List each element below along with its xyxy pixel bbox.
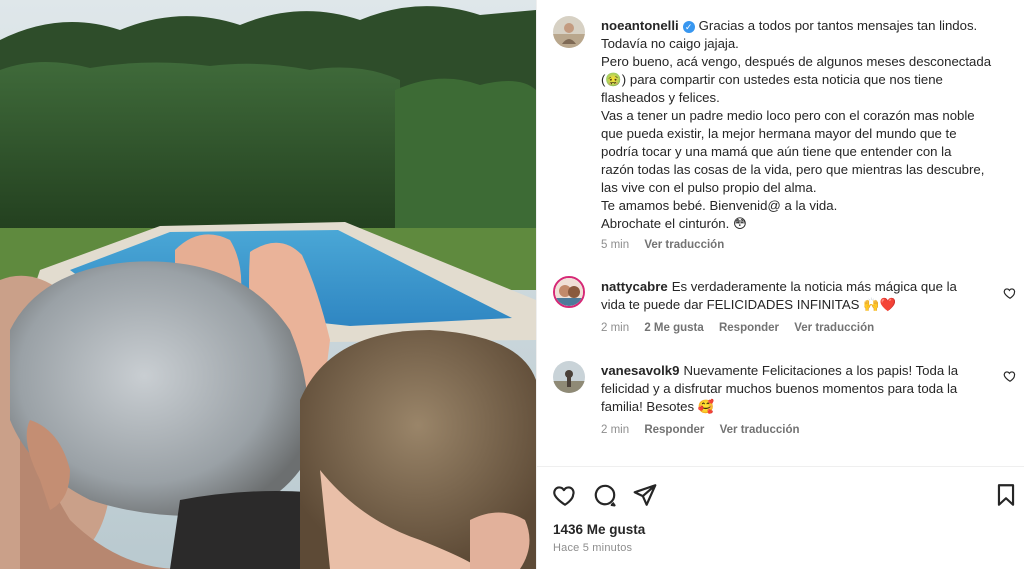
caption-line: (🤢) para compartir con ustedes esta noti… (601, 72, 943, 87)
caption-meta: 5 min Ver traducción (601, 239, 736, 251)
post-image (0, 0, 536, 569)
comment-meta: 2 min 2 Me gusta Responder Ver traducció… (601, 322, 886, 334)
comment-time: 2 min (601, 424, 630, 436)
comment: vanesavolk9 Nuevamente Felicitaciones a l… (601, 362, 1001, 416)
comment-text: Nuevamente Felicitaciones a los papis! T… (683, 363, 959, 378)
commenter-avatar[interactable] (553, 361, 585, 393)
comment-icon[interactable] (592, 482, 618, 508)
caption-line: las vive con el pulso propio del alma. (601, 180, 817, 195)
caption-line: Todavía no caigo jajaja. (601, 36, 739, 51)
author-avatar-image (553, 16, 585, 48)
reply-button[interactable]: Responder (644, 424, 704, 436)
post-actions-bar (537, 480, 1024, 508)
commenter-avatar-image (553, 361, 585, 393)
commenter-avatar[interactable] (553, 276, 585, 308)
comment-time: 2 min (601, 322, 630, 334)
caption-line: Abrochate el cinturón. 😳 (601, 216, 747, 231)
author-avatar[interactable] (553, 16, 585, 48)
see-translation-button[interactable]: Ver traducción (644, 239, 724, 251)
caption-line: que pueda existir, la mejor hermana mayo… (601, 126, 957, 141)
comment-meta: 2 min Responder Ver traducción (601, 424, 812, 436)
reply-button[interactable]: Responder (719, 322, 779, 334)
caption-line: noeantonelli ✓ Gracias a todos por tantos … (601, 17, 1001, 35)
comment-line: vanesavolk9 Nuevamente Felicitaciones a l… (601, 362, 1001, 380)
caption-line: flasheados y felices. (601, 90, 720, 105)
caption-text: Gracias a todos por tantos mensajes tan … (698, 18, 978, 33)
see-translation-button[interactable]: Ver traducción (794, 322, 874, 334)
share-icon[interactable] (632, 482, 658, 508)
caption-line: podría tocar y una mamá que aún tiene qu… (601, 144, 952, 159)
post-photo (0, 0, 536, 569)
section-divider (537, 466, 1024, 467)
comment-username[interactable]: vanesavolk9 (601, 363, 679, 378)
see-translation-button[interactable]: Ver traducción (720, 424, 800, 436)
author-username[interactable]: noeantonelli (601, 18, 679, 33)
bookmark-icon[interactable] (993, 482, 1019, 508)
verified-badge-icon: ✓ (682, 21, 695, 33)
comment-like-heart-icon[interactable] (1003, 369, 1017, 383)
comment-text: Es verdaderamente la noticia más mágica … (671, 279, 957, 294)
comment-like-heart-icon[interactable] (1003, 286, 1017, 300)
comment: nattycabre Es verdaderamente la noticia m… (601, 278, 1001, 314)
commenter-avatar-image (555, 278, 583, 306)
caption-line: Te amamos bebé. Bienvenid@ a la vida. (601, 198, 838, 213)
likes-count[interactable]: 1436 Me gusta (553, 522, 645, 537)
comment-username[interactable]: nattycabre (601, 279, 668, 294)
post-caption: noeantonelli ✓ Gracias a todos por tantos … (601, 17, 1001, 233)
comment-line: felicidad y a disfrutar muchos buenos mo… (601, 381, 958, 396)
post-timestamp: Hace 5 minutos (553, 542, 633, 554)
comments-section: noeantonelli ✓ Gracias a todos por tantos … (537, 0, 1024, 466)
comment-line: familia! Besotes 🥰 (601, 399, 715, 414)
heart-icon[interactable] (552, 482, 578, 508)
post-detail-panel: noeantonelli ✓ Gracias a todos por tantos … (536, 0, 1024, 569)
comment-line: nattycabre Es verdaderamente la noticia m… (601, 278, 1001, 296)
caption-line: Vas a tener un padre medio loco pero con… (601, 108, 975, 123)
caption-line: Pero bueno, acá vengo, después de alguno… (601, 54, 992, 69)
caption-time: 5 min (601, 239, 630, 251)
comment-line: vida te puede dar FELICIDADES INFINITAS … (601, 297, 896, 312)
comment-likes-count[interactable]: 2 Me gusta (644, 322, 703, 334)
caption-line: razón todas las cosas de la vida, pero q… (601, 162, 985, 177)
